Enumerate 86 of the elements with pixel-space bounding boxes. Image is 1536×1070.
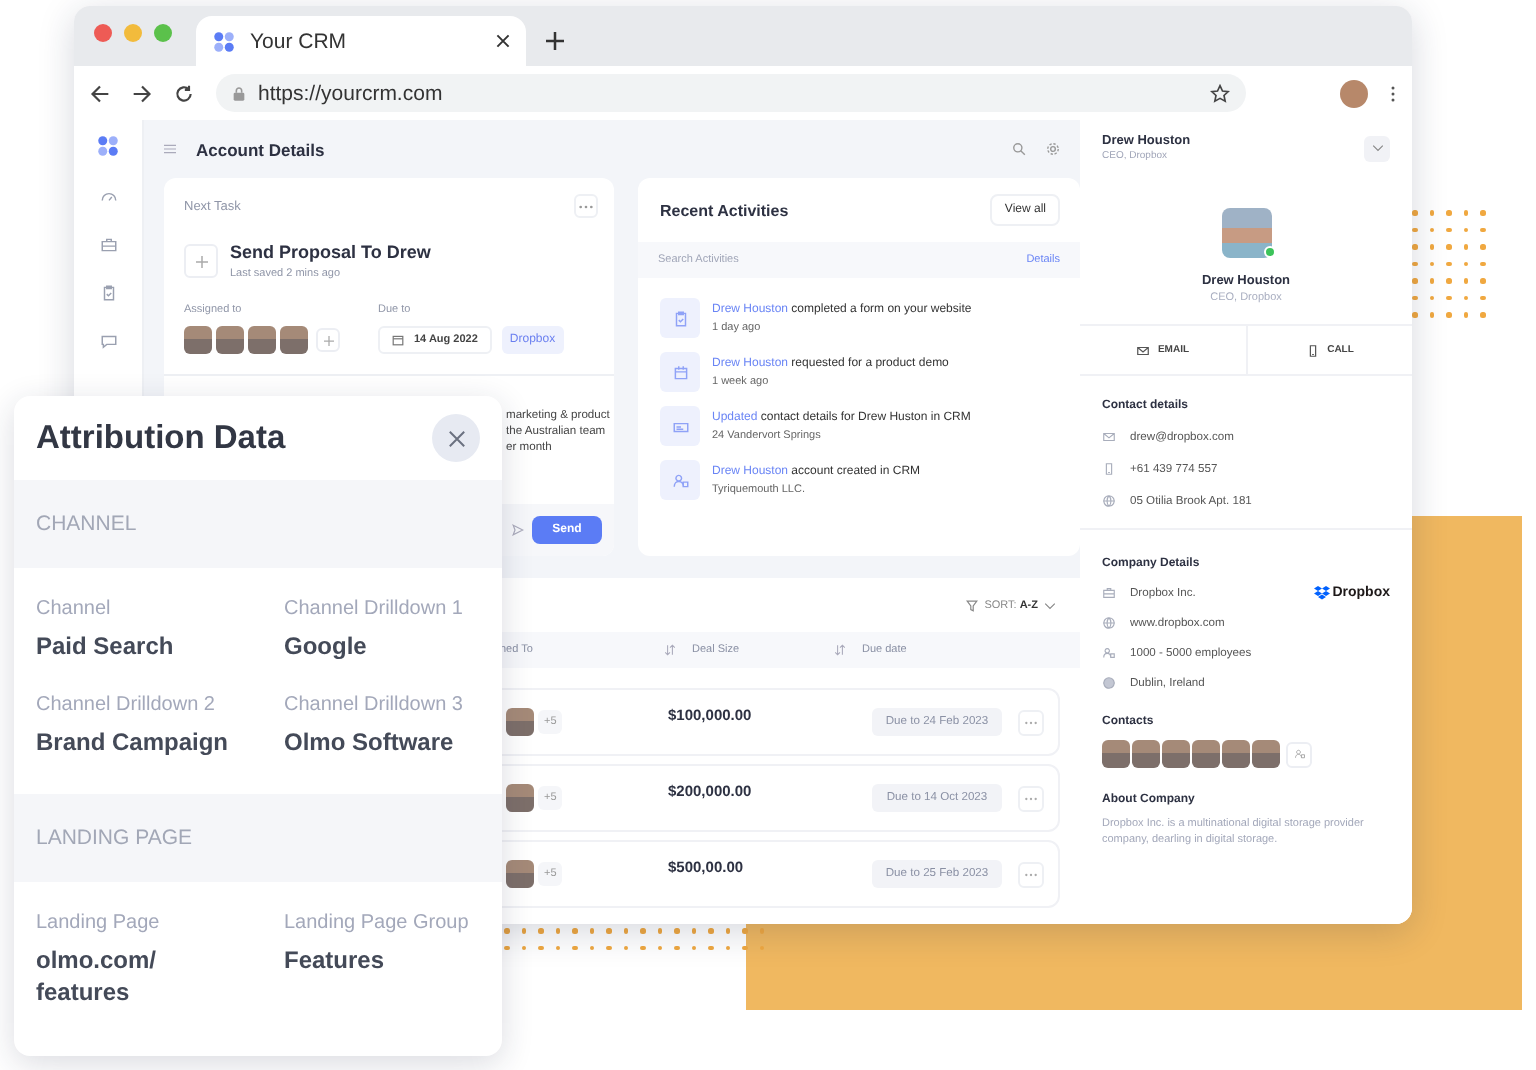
avatar: [216, 326, 244, 354]
reload-icon[interactable]: [174, 83, 194, 103]
browser-tab[interactable]: Your CRM: [196, 16, 526, 66]
plus-icon: [323, 335, 333, 345]
avatar: [1222, 740, 1250, 768]
avatar: [1192, 740, 1220, 768]
search-icon[interactable]: [1012, 142, 1026, 156]
calendar-icon: [660, 352, 700, 392]
back-icon[interactable]: [90, 83, 110, 103]
phone-icon: [1305, 343, 1320, 357]
close-button[interactable]: [432, 414, 480, 462]
profile-avatar[interactable]: [1340, 79, 1368, 107]
add-assignee-button[interactable]: [316, 328, 340, 352]
settings-icon[interactable]: [1046, 142, 1060, 156]
add-button[interactable]: [184, 244, 218, 278]
field-label: Landing Page Group: [284, 911, 471, 934]
close-icon[interactable]: [496, 34, 510, 48]
avatar: [184, 326, 212, 354]
clipboard-icon[interactable]: [99, 284, 117, 302]
people-icon: [1293, 748, 1305, 760]
field-label: Channel Drilldown 1: [284, 598, 465, 620]
field-value: Features: [284, 943, 387, 977]
field-label: Landing Page: [36, 911, 162, 934]
minimize-window-button[interactable]: [124, 24, 142, 42]
field-label: Channel: [36, 598, 113, 620]
add-contact-button[interactable]: [1286, 741, 1312, 767]
field-value: Google: [284, 630, 369, 664]
field-value: Olmo Software: [284, 725, 456, 760]
close-window-button[interactable]: [94, 24, 112, 42]
mail-icon: [1102, 430, 1116, 444]
avatar: [506, 784, 534, 812]
maximize-window-button[interactable]: [154, 24, 172, 42]
field-value: Paid Search: [36, 630, 176, 664]
people-icon: [660, 460, 700, 500]
avatar: [248, 326, 276, 354]
chevron-down-icon: [1044, 602, 1056, 610]
filter-icon: [966, 600, 979, 612]
avatar: [1252, 740, 1280, 768]
close-icon: [447, 429, 465, 447]
plus-icon[interactable]: [546, 32, 564, 50]
boxes-icon: [1314, 586, 1331, 600]
mail-icon: [1135, 343, 1150, 357]
globe-icon: [1102, 494, 1116, 508]
more-icon: [578, 203, 594, 209]
send-icon[interactable]: [512, 524, 524, 536]
more-icon: [1024, 719, 1038, 725]
globe-icon: [1102, 616, 1116, 630]
task-title: Send Proposal To Drew: [230, 242, 431, 262]
menu-icon[interactable]: [1390, 83, 1396, 103]
briefcase-icon: [1102, 586, 1116, 600]
logo-icon[interactable]: [96, 134, 120, 158]
field-value: olmo.com/features: [36, 943, 159, 1011]
avatar: [1132, 740, 1160, 768]
sort-icon[interactable]: [834, 644, 846, 656]
avatar: [1162, 740, 1190, 768]
lock-icon: [232, 85, 246, 101]
card-icon: [660, 406, 700, 446]
more-icon: [1024, 871, 1038, 877]
clipboard-icon: [660, 298, 700, 338]
card-title: Attribution Data: [36, 419, 286, 457]
people-icon: [1102, 646, 1116, 660]
chat-icon[interactable]: [99, 332, 117, 350]
chevron-down-icon: [1371, 144, 1383, 152]
page-title: Account Details: [196, 139, 327, 159]
phone-icon: [1102, 462, 1116, 476]
avatar: [506, 708, 534, 736]
logo-icon: [212, 29, 236, 53]
section-heading: CHANNEL: [36, 512, 137, 536]
avatar: [1102, 740, 1130, 768]
dot-pattern: [1412, 210, 1485, 317]
card-title: Recent Activities: [660, 201, 789, 219]
plus-icon: [195, 255, 207, 267]
avatar: [506, 860, 534, 888]
address-bar[interactable]: https://yourcrm.com: [216, 74, 1246, 112]
more-button[interactable]: [574, 194, 598, 218]
avatar: [280, 326, 308, 354]
star-icon[interactable]: [1210, 83, 1230, 103]
field-label: Channel Drilldown 3: [284, 693, 465, 716]
avatar: [1221, 208, 1271, 258]
forward-icon[interactable]: [132, 83, 152, 103]
more-icon: [1024, 795, 1038, 801]
briefcase-icon[interactable]: [99, 236, 117, 254]
calendar-icon: [392, 334, 404, 346]
gauge-icon[interactable]: [99, 188, 117, 206]
dropdown-button[interactable]: [1364, 135, 1390, 161]
sort-icon[interactable]: [664, 644, 676, 656]
